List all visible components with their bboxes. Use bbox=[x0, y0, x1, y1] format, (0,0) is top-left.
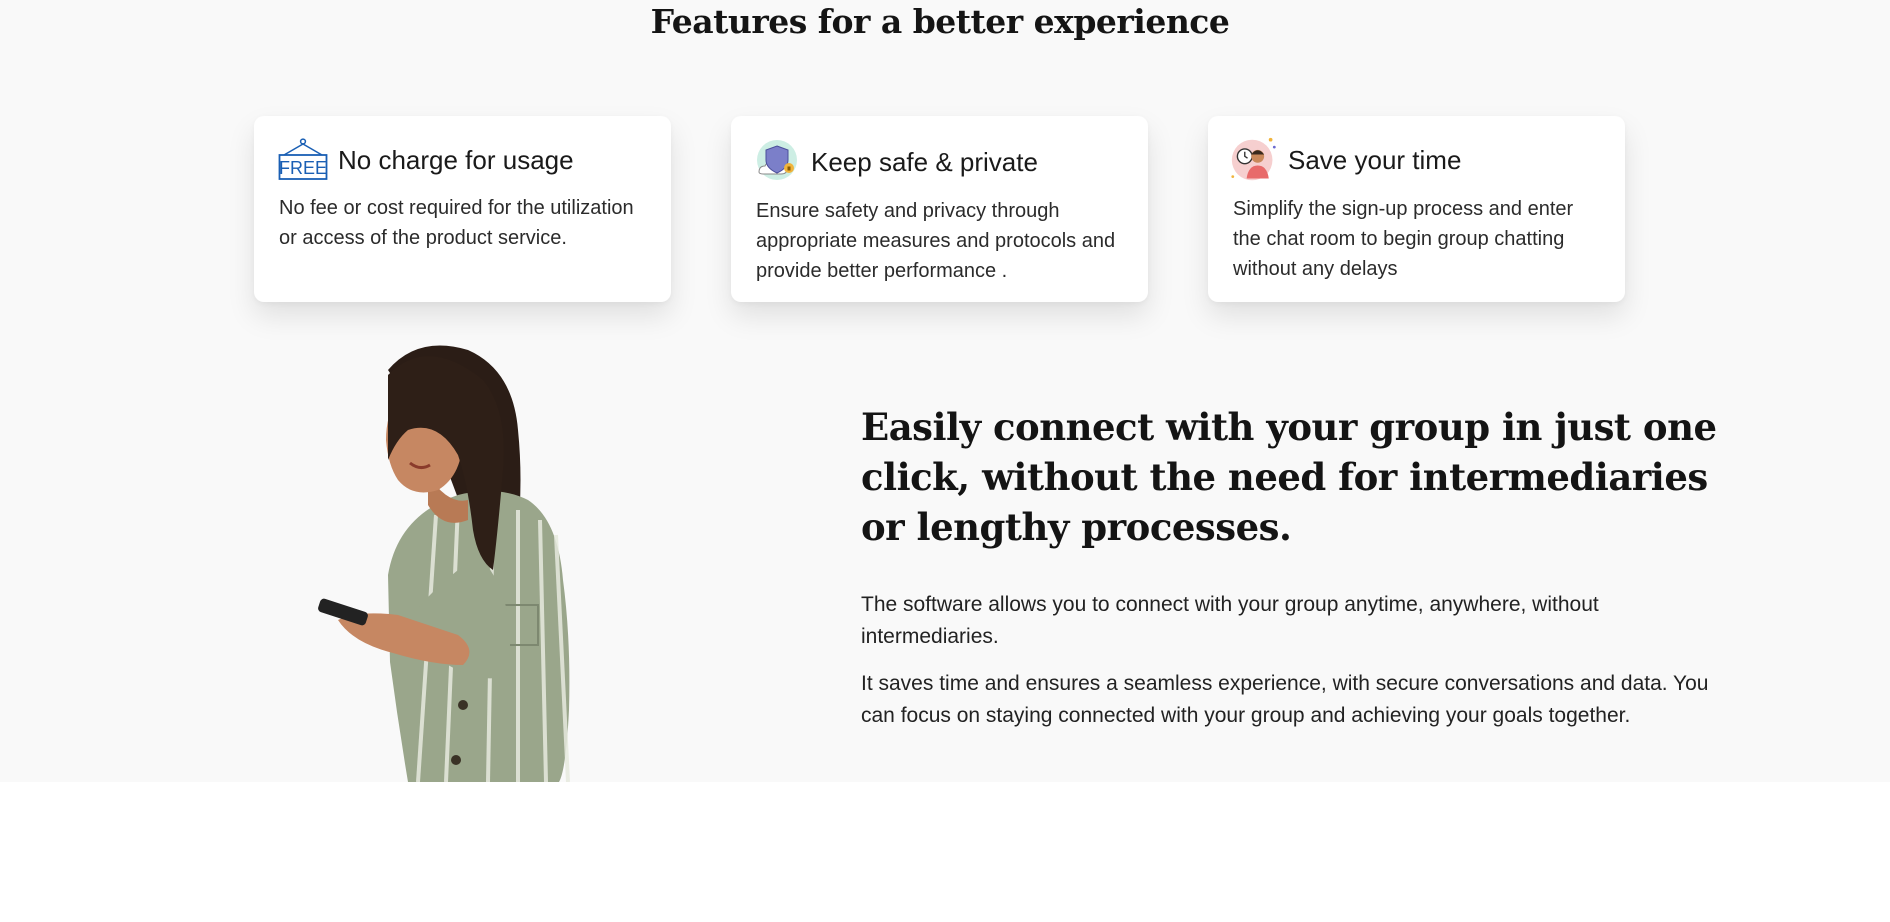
feature-card-description: No fee or cost required for the utilizat… bbox=[279, 197, 634, 249]
feature-card-safe: Keep safe & private Ensure safety and pr… bbox=[731, 116, 1148, 302]
feature-card-title: Save your time bbox=[1288, 144, 1462, 175]
connect-paragraph-2: It saves time and ensures a seamless exp… bbox=[861, 672, 1709, 727]
features-section: Features for a better experience FREE No… bbox=[0, 0, 1890, 783]
features-title: Features for a better experience bbox=[650, 2, 1230, 41]
free-sign-icon: FREE bbox=[278, 138, 328, 182]
feature-card-time: Save your time Simplify the sign-up proc… bbox=[1208, 116, 1625, 302]
svg-text:FREE: FREE bbox=[279, 158, 327, 178]
person-clock-icon bbox=[1230, 136, 1278, 184]
feature-card-description: Simplify the sign-up process and enter t… bbox=[1233, 198, 1574, 280]
feature-card-free: FREE No charge for usage No fee or cost … bbox=[254, 116, 671, 302]
feature-card-title: No charge for usage bbox=[338, 144, 574, 175]
connect-paragraph-1: The software allows you to connect with … bbox=[861, 593, 1599, 648]
connect-headline: Easily connect with your group in just o… bbox=[861, 405, 1717, 549]
woman-using-phone-image bbox=[318, 345, 648, 783]
feature-card-description: Ensure safety and privacy through approp… bbox=[756, 200, 1116, 282]
shield-cloud-icon bbox=[753, 138, 801, 186]
feature-card-title: Keep safe & private bbox=[811, 146, 1038, 177]
